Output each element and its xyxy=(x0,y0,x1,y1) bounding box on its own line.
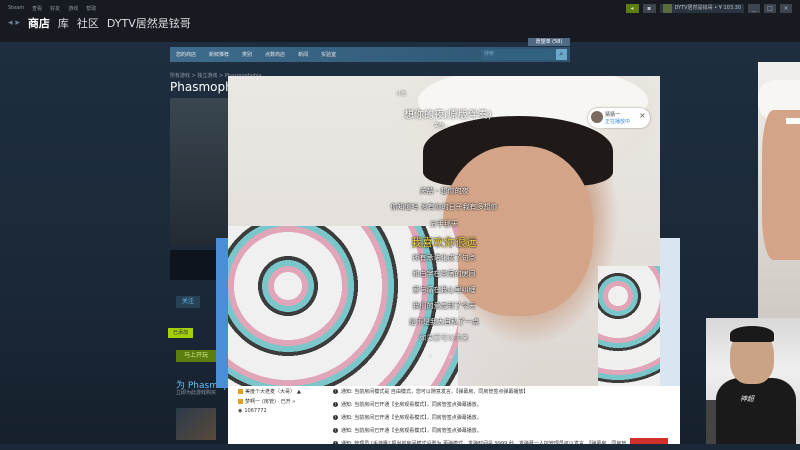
lyric-line: 你知道吗 没有你的日子我有多想你 xyxy=(390,203,498,211)
lyric-line: 爱与痛在我心里纠缠 xyxy=(412,286,476,294)
video-player[interactable]: 斗鱼 想你的夜(原版伴奏) 关喆 猜猜一 正在播放中 × 关喆 - 想你的夜 你… xyxy=(228,76,660,386)
nav-profile[interactable]: DYTV居然是铉哥 xyxy=(107,15,191,31)
background-window-right[interactable] xyxy=(660,238,680,388)
chat-notice: ! 通知: 当前房间已开通【全房观看模式】，同房管签点弹幕播放。 xyxy=(333,401,482,408)
medal-icon xyxy=(238,389,243,394)
notification-icon[interactable]: ▪ xyxy=(642,4,656,13)
chat-notice: ! 通知: 当前房间已开通【全房观看模式】，同房管签点弹幕播放。 xyxy=(333,414,482,421)
chat-user-tail: (房管) · 已开 » xyxy=(262,399,296,405)
account-label: DYTV居然是铉哥 • ¥ 103.30 xyxy=(674,5,742,11)
store-nav-your-store[interactable]: 您的商店 xyxy=(176,51,196,58)
nav-store[interactable]: 商店 xyxy=(28,15,50,31)
store-nav-new[interactable]: 新鲜推荐 xyxy=(209,51,229,58)
notice-text: 通知: 当前房间模式是 自由模式，您可以随意发言。【弹幕房、同房管签点弹幕播放】 xyxy=(341,389,529,395)
minimize-button[interactable]: _ xyxy=(748,4,760,13)
window-controls: ◂ ▪ DYTV居然是铉哥 • ¥ 103.30 _ □ × xyxy=(625,4,792,13)
game-screenshot[interactable] xyxy=(170,98,230,246)
avatar xyxy=(591,111,603,123)
status-badge: 已添加 xyxy=(168,328,193,338)
info-icon: ! xyxy=(333,415,338,420)
pause-icon[interactable]: ⏸ xyxy=(428,352,433,362)
menu-item-view[interactable]: 查看 xyxy=(32,5,42,12)
viewer-count: ◉ 1067772 xyxy=(238,408,267,414)
lyric-line: 所有承诺化成了句点 xyxy=(412,254,476,262)
popup-subtitle: 正在播放中 xyxy=(605,119,631,125)
webcam-streamer-hair xyxy=(730,326,774,342)
song-artist: 关喆 xyxy=(434,123,445,129)
notice-text: 通知: 当前房间已开通【全房观看模式】，同房管签点弹幕播放。 xyxy=(341,428,482,434)
account-menu[interactable]: DYTV居然是铉哥 • ¥ 103.30 xyxy=(659,4,744,13)
chat-notice: ! 通知: 当前房间已开通【全房观看模式】，同房管签点弹幕播放。 xyxy=(333,427,482,434)
popup-title: 猜猜一 xyxy=(605,112,621,118)
notice-text: 通知: 当前房间已开通【全房观看模式】，同房管签点弹幕播放。 xyxy=(341,402,482,408)
store-nav-labs[interactable]: 实验室 xyxy=(321,51,336,58)
notice-text: 通知: 当前房间已开通【全房观看模式】，同房管签点弹幕播放。 xyxy=(341,415,482,421)
avatar xyxy=(662,4,672,13)
medal-icon xyxy=(238,399,243,404)
nav-library[interactable]: 库 xyxy=(58,15,69,31)
close-button[interactable]: × xyxy=(780,4,792,13)
search-input[interactable]: 搜索 xyxy=(484,50,552,59)
chat-username[interactable]: 美度个大老麦（大哥） xyxy=(245,388,295,395)
wishlist-button[interactable]: 愿望单 (58) xyxy=(528,38,570,46)
broadcast-icon[interactable]: ◂ xyxy=(625,4,639,13)
lyric-line: 是不是我太自私了一点 xyxy=(409,318,479,326)
eye-icon: ◉ xyxy=(238,408,243,414)
info-icon: ! xyxy=(333,428,338,433)
webcam-streamer-shirt xyxy=(716,378,796,450)
menu-item-games[interactable]: 游戏 xyxy=(68,5,78,12)
chat-notice: ! 通知: 当前房间模式是 自由模式，您可以随意发言。【弹幕房、同房管签点弹幕播放… xyxy=(333,388,528,395)
lyric-line: 分手那天 xyxy=(430,220,458,228)
song-title: 想你的夜(原版伴奏) xyxy=(404,110,492,121)
chat-user-row[interactable]: 梦啊一 (房管) · 已开 » xyxy=(238,398,295,405)
info-icon: ! xyxy=(333,389,338,394)
lyric-line: 关喆 - 想你的夜 xyxy=(419,187,469,195)
close-icon[interactable]: × xyxy=(639,111,646,120)
store-nav-categories[interactable]: 类别 xyxy=(242,51,252,58)
follow-button[interactable]: 关注 xyxy=(176,296,200,308)
store-nav-points[interactable]: 点数商店 xyxy=(265,51,285,58)
chat-panel: 美度个大老麦（大哥） ▲ 梦啊一 (房管) · 已开 » ◉ 1067772 !… xyxy=(228,386,680,450)
lyric-line: 如果爱可以重来 xyxy=(419,334,469,342)
shirt-print: 神超 xyxy=(740,395,754,403)
store-nav-news[interactable]: 新闻 xyxy=(298,51,308,58)
menu-item-friends[interactable]: 好友 xyxy=(50,5,60,12)
lyric-line: 和白字在空荡的房间 xyxy=(412,270,476,278)
menu-item-steam[interactable]: Steam xyxy=(8,5,24,12)
chat-user-row[interactable]: 美度个大老麦（大哥） ▲ xyxy=(238,388,301,395)
lyric-line: 我们的爱走到了今天 xyxy=(412,302,476,310)
promo-description: 立即为此游戏购买 xyxy=(176,390,217,396)
steam-nav-bar: ◂ ▸ 商店 库 社区 DYTV居然是铉哥 xyxy=(8,15,191,31)
info-icon: ! xyxy=(333,402,338,407)
bottom-bar xyxy=(0,444,800,450)
chat-username[interactable]: 梦啊一 xyxy=(245,398,260,405)
background-video-button xyxy=(786,118,800,124)
lyric-current-text: 我喜欢你很远 xyxy=(411,236,477,249)
viewer-count-value: 1067772 xyxy=(244,408,267,414)
back-forward-icon[interactable]: ◂ ▸ xyxy=(8,18,20,28)
player-controls: ⏸ ⌕ xyxy=(428,352,454,362)
nav-community[interactable]: 社区 xyxy=(77,15,99,31)
player-source-label: 斗鱼 xyxy=(396,91,407,97)
steam-menu-bar: Steam 查看 好友 游戏 帮助 xyxy=(8,5,96,12)
lyric-current: 我喜欢你很远 xyxy=(228,234,660,250)
play-button[interactable]: 马上开玩 xyxy=(176,350,216,362)
menu-item-help[interactable]: 帮助 xyxy=(86,5,96,12)
chat-user-tail: ▲ xyxy=(297,388,301,395)
search-icon[interactable]: ⌕ xyxy=(556,49,567,60)
maximize-button[interactable]: □ xyxy=(764,4,776,13)
background-video-face xyxy=(762,110,800,260)
search-icon[interactable]: ⌕ xyxy=(449,352,454,362)
promo-thumbnail[interactable] xyxy=(176,408,216,440)
